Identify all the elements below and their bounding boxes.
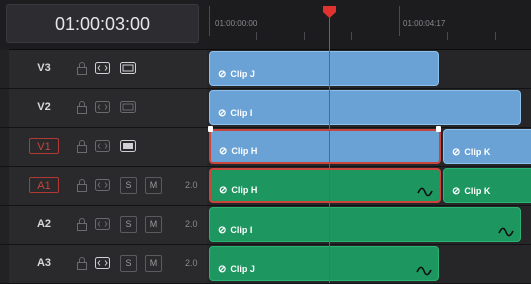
timecode-display[interactable]: 01:00:03:00 — [6, 4, 199, 43]
clip[interactable]: ⊘ Clip I — [209, 207, 521, 242]
track-header-v2: V2 — [0, 89, 207, 128]
solo-button[interactable]: S — [120, 255, 137, 272]
auto-select-icon[interactable] — [95, 218, 110, 230]
ruler-tick — [304, 32, 305, 40]
clip[interactable]: ⊘ Clip I — [209, 90, 521, 125]
mute-button[interactable]: M — [145, 255, 162, 272]
playhead-line[interactable] — [329, 14, 330, 283]
clip[interactable]: ⊘ Clip J — [209, 51, 439, 86]
clip-label: ⊘ Clip J — [218, 264, 255, 275]
clip[interactable]: ⊘ Clip J — [209, 246, 439, 281]
auto-select-icon[interactable] — [95, 62, 110, 74]
auto-select-icon[interactable] — [95, 257, 110, 269]
channel-format: 2.0 — [185, 258, 198, 268]
track-name-patched[interactable]: V1 — [29, 138, 59, 154]
clip-name: Clip K — [464, 147, 491, 157]
ruler-tick — [447, 32, 448, 40]
clip-label: ⊘ Clip J — [218, 69, 255, 80]
link-icon: ⊘ — [218, 69, 227, 80]
waveform-icon — [416, 266, 432, 276]
track-edge — [0, 50, 9, 88]
clip-label: ⊘ Clip I — [218, 108, 252, 119]
channel-format: 2.0 — [185, 219, 198, 229]
track-edge — [0, 167, 9, 205]
clip-label: ⊘ Clip H — [219, 146, 257, 157]
ruler-tick — [209, 6, 210, 36]
timeline-ruler[interactable]: 01:00:00:00 01:00:04:17 — [207, 0, 531, 50]
solo-button[interactable]: S — [120, 177, 137, 194]
clip-label: ⊘ Clip K — [452, 147, 490, 158]
lock-icon[interactable] — [76, 179, 88, 192]
track-name[interactable]: A2 — [29, 218, 59, 230]
clip-name: Clip I — [230, 108, 253, 118]
mute-button[interactable]: M — [145, 216, 162, 233]
playhead-marker-icon[interactable] — [323, 6, 336, 18]
clip-name: Clip J — [230, 264, 255, 274]
track-enable-icon[interactable] — [120, 101, 136, 113]
link-icon: ⊘ — [452, 147, 461, 158]
lock-icon[interactable] — [76, 218, 88, 231]
clip[interactable]: ⊘ Clip K — [443, 129, 531, 164]
channel-format: 2.0 — [185, 180, 198, 190]
track-enable-icon[interactable] — [120, 140, 136, 152]
link-icon: ⊘ — [218, 108, 227, 119]
track-edge — [0, 206, 9, 244]
ruler-tick — [351, 32, 352, 40]
lock-icon[interactable] — [76, 62, 88, 75]
auto-select-icon[interactable] — [95, 101, 110, 113]
ruler-tick — [495, 32, 496, 40]
track-name-patched[interactable]: A1 — [29, 177, 59, 193]
clip-label: ⊘ Clip K — [452, 186, 490, 197]
ruler-tick — [256, 32, 257, 40]
track-lane-v2[interactable]: ⊘ Clip I — [207, 89, 531, 128]
track-header-a2: A2 S M 2.0 — [0, 206, 207, 245]
mute-button[interactable]: M — [145, 177, 162, 194]
trim-handle[interactable] — [436, 126, 441, 132]
clip-name: Clip I — [230, 225, 253, 235]
track-lane-a1[interactable]: ⊘ Clip H ⊘ Clip K — [207, 167, 531, 206]
link-icon: ⊘ — [219, 185, 228, 196]
clip-name: Clip H — [231, 185, 258, 195]
waveform-icon — [498, 227, 514, 237]
track-lane-v1[interactable]: ⊘ Clip H ⊘ Clip K — [207, 126, 531, 167]
track-header-a3: A3 S M 2.0 — [0, 245, 207, 284]
link-icon: ⊘ — [452, 186, 461, 197]
track-edge — [0, 245, 9, 283]
auto-select-icon[interactable] — [95, 140, 110, 152]
clip[interactable]: ⊘ Clip K — [443, 168, 531, 203]
track-lane-a3[interactable]: ⊘ Clip J — [207, 245, 531, 284]
track-name[interactable]: V2 — [29, 101, 59, 113]
auto-select-icon[interactable] — [95, 179, 110, 191]
link-icon: ⊘ — [218, 264, 227, 275]
track-name[interactable]: A3 — [29, 257, 59, 269]
waveform-icon — [417, 187, 433, 197]
track-name[interactable]: V3 — [29, 62, 59, 74]
track-header-v3: V3 — [0, 50, 207, 89]
track-lane-v3[interactable]: ⊘ Clip J — [207, 50, 531, 89]
solo-button[interactable]: S — [120, 216, 137, 233]
clip-name: Clip J — [230, 69, 255, 79]
clip-selected[interactable]: ⊘ Clip H — [209, 129, 441, 164]
link-icon: ⊘ — [219, 146, 228, 157]
ruler-timecode-label: 01:00:04:17 — [403, 19, 446, 28]
track-header-a1: A1 S M 2.0 — [0, 167, 207, 206]
track-edge — [0, 89, 9, 127]
lock-icon[interactable] — [76, 101, 88, 114]
clip-name: Clip H — [231, 146, 258, 156]
timeline-header: 01:00:03:00 — [0, 0, 207, 50]
trim-handle[interactable] — [208, 126, 213, 132]
track-lane-a2[interactable]: ⊘ Clip I — [207, 206, 531, 245]
lock-icon[interactable] — [76, 257, 88, 270]
link-icon: ⊘ — [218, 225, 227, 236]
clip-label: ⊘ Clip I — [218, 225, 252, 236]
track-edge — [0, 128, 9, 166]
ruler-timecode-label: 01:00:00:00 — [215, 19, 258, 28]
clip-selected[interactable]: ⊘ Clip H — [209, 168, 441, 203]
track-enable-icon[interactable] — [120, 62, 136, 74]
lock-icon[interactable] — [76, 140, 88, 153]
ruler-tick — [399, 6, 400, 36]
clip-name: Clip K — [464, 186, 491, 196]
track-header-v1: V1 — [0, 128, 207, 167]
clip-label: ⊘ Clip H — [219, 185, 257, 196]
